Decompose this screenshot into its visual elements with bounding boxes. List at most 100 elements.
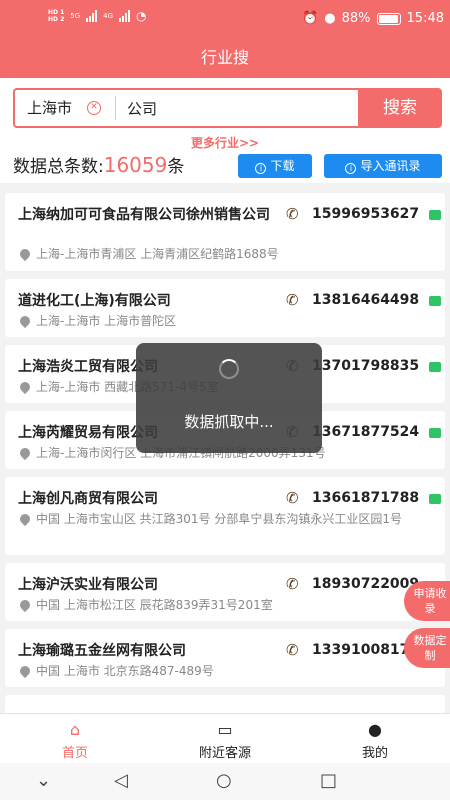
clock: 15:48 xyxy=(406,11,444,26)
status-right: ⏰ ● 88% 15:48 xyxy=(302,11,444,26)
location-pin-icon xyxy=(17,313,33,329)
info-icon: i xyxy=(255,163,267,174)
phone-number[interactable]: 13671877524 xyxy=(312,424,419,440)
tab-home[interactable]: ⌂ 首页 xyxy=(0,714,150,764)
location-pin-icon xyxy=(17,597,33,613)
search-button[interactable]: 搜索 xyxy=(358,88,442,128)
list-item[interactable]: 上海创凡商贸有限公司 ✆ 13661871788 中国 上海市宝山区 共江路30… xyxy=(5,477,445,555)
list-item[interactable]: 上海纳加可可食品有限公司徐州销售公司 ✆ 15996953627 上海-上海市青… xyxy=(5,193,445,271)
total-prefix: 数据总条数: xyxy=(13,157,104,177)
wechat-icon[interactable] xyxy=(429,494,441,504)
phone-icon[interactable]: ✆ xyxy=(286,575,299,593)
address: 中国 上海市宝山区 共江路301号 分部阜宁县东沟镇永兴工业区园1号 xyxy=(17,510,438,528)
hd1-label: HD 1 xyxy=(48,9,65,16)
data-custom-button[interactable]: 数据定制 xyxy=(404,628,450,668)
address: 上海-上海市青浦区 上海青浦区纪鹤路1688号 xyxy=(17,245,438,263)
company-name: 道进化工(上海)有限公司 xyxy=(18,293,171,309)
search-area: 上海市 ✕ 搜索 更多行业>> 数据总条数:16059条 i下载 i导入通讯录 xyxy=(0,78,450,183)
tab-nearby-label: 附近客源 xyxy=(198,746,251,761)
phone-number[interactable]: 13661871788 xyxy=(312,490,419,506)
list-item[interactable]: 上海沪沃实业有限公司 ✆ 18930722009 中国 上海市松江区 辰花路83… xyxy=(5,563,445,621)
phone-icon[interactable]: ✆ xyxy=(286,489,299,507)
phone-number[interactable]: 15996953627 xyxy=(312,206,419,222)
phone-number[interactable]: 13701798835 xyxy=(312,358,419,374)
status-bar: HD 1 HD 2 5G 4G ◔ ⏰ ● 88% 15:48 xyxy=(0,0,450,38)
total-number: 16059 xyxy=(103,153,168,177)
phone-icon[interactable]: ✆ xyxy=(286,205,299,223)
loading-text: 数据抓取中... xyxy=(184,413,274,431)
apply-listing-button[interactable]: 申请收录 xyxy=(404,581,450,621)
wifi-icon: ◔ xyxy=(136,9,147,23)
tab-home-label: 首页 xyxy=(61,746,88,761)
chevron-down-icon[interactable]: ⌄ xyxy=(36,770,51,791)
spinner-icon xyxy=(219,359,239,379)
address-text: 上海-上海市青浦区 上海青浦区纪鹤路1688号 xyxy=(36,247,279,261)
keyword-input[interactable] xyxy=(127,90,352,126)
recents-icon[interactable]: □ xyxy=(320,770,337,791)
network-indicators: HD 1 HD 2 5G 4G ◔ xyxy=(48,9,147,23)
total-count: 数据总条数:16059条 xyxy=(13,152,184,177)
system-nav-bar: ⌄ ◁ ○ □ xyxy=(0,763,450,800)
company-name: 上海瑜璐五金丝网有限公司 xyxy=(18,643,186,659)
phone-number[interactable]: 13391008177 xyxy=(312,642,419,658)
total-suffix: 条 xyxy=(167,157,185,177)
address-text: 中国 上海市松江区 辰花路839弄31号201室 xyxy=(36,598,273,612)
net1-label: 5G xyxy=(70,12,81,20)
inbox-icon: ▭ xyxy=(217,720,233,739)
wechat-icon[interactable] xyxy=(429,210,441,220)
page-title: 行业搜 xyxy=(200,48,249,67)
signal-icon xyxy=(86,10,98,22)
company-name: 上海纳加可可食品有限公司徐州销售公司 xyxy=(18,207,270,223)
info-icon: i xyxy=(345,163,357,174)
divider xyxy=(115,96,116,120)
list-item[interactable]: 道进化工(上海)有限公司 ✆ 13816464498 上海-上海市 上海市普陀区 xyxy=(5,279,445,337)
battery-percent: 88% xyxy=(341,11,371,26)
address: 中国 上海市 北京东路487-489号 xyxy=(17,662,438,680)
clear-city-icon[interactable]: ✕ xyxy=(87,101,101,115)
tab-mine-label: 我的 xyxy=(361,746,388,761)
tab-mine[interactable]: ● 我的 xyxy=(300,714,450,764)
wechat-icon[interactable] xyxy=(429,362,441,372)
address: 中国 上海市松江区 辰花路839弄31号201室 xyxy=(17,596,438,614)
company-name: 上海创凡商贸有限公司 xyxy=(18,491,158,507)
import-label: 导入通讯录 xyxy=(360,159,421,173)
phone-icon[interactable]: ✆ xyxy=(286,291,299,309)
sim-labels: HD 1 HD 2 xyxy=(48,9,64,23)
net2-label: 4G xyxy=(103,12,114,20)
signal-icon-2 xyxy=(119,10,131,22)
import-contacts-button[interactable]: i 导入通讯录 xyxy=(324,154,442,178)
battery-icon xyxy=(376,12,401,25)
bottom-nav: ⌂ 首页 ▭ 附近客源 ● 我的 xyxy=(0,713,450,763)
phone-number[interactable]: 13816464498 xyxy=(312,292,419,308)
wechat-icon[interactable] xyxy=(429,428,441,438)
home-circle-icon[interactable]: ○ xyxy=(216,770,232,791)
back-icon[interactable]: ◁ xyxy=(114,770,128,791)
phone-icon[interactable]: ✆ xyxy=(286,641,299,659)
hd2-label: HD 2 xyxy=(48,16,65,23)
location-pin-icon xyxy=(17,445,33,461)
city-selector[interactable]: 上海市 xyxy=(27,90,72,126)
more-industries-link[interactable]: 更多行业>> xyxy=(0,134,450,151)
location-pin-icon xyxy=(17,663,33,679)
loading-toast: 数据抓取中... xyxy=(136,343,322,453)
page-header: 行业搜 xyxy=(0,38,450,78)
download-label: 下载 xyxy=(270,159,295,173)
location-icon: ● xyxy=(324,11,336,26)
location-pin-icon xyxy=(17,379,33,395)
wechat-icon[interactable] xyxy=(429,296,441,306)
home-icon: ⌂ xyxy=(69,720,81,739)
address: 上海-上海市 上海市普陀区 xyxy=(17,312,438,330)
address-text: 中国 上海市宝山区 共江路301号 分部阜宁县东沟镇永兴工业区园1号 xyxy=(36,512,402,526)
location-pin-icon xyxy=(17,511,33,527)
address-text: 上海-上海市 上海市普陀区 xyxy=(36,314,177,328)
search-box: 上海市 ✕ xyxy=(13,88,358,128)
address-text: 中国 上海市 北京东路487-489号 xyxy=(36,664,214,678)
alarm-icon: ⏰ xyxy=(302,11,319,26)
phone-number[interactable]: 18930722009 xyxy=(312,576,419,592)
user-icon: ● xyxy=(368,720,382,739)
location-pin-icon xyxy=(17,246,33,262)
tab-nearby[interactable]: ▭ 附近客源 xyxy=(150,714,300,764)
list-item[interactable]: 上海瑜璐五金丝网有限公司 ✆ 13391008177 中国 上海市 北京东路48… xyxy=(5,629,445,687)
download-button[interactable]: i 下载 xyxy=(238,154,312,178)
company-name: 上海沪沃实业有限公司 xyxy=(18,577,158,593)
